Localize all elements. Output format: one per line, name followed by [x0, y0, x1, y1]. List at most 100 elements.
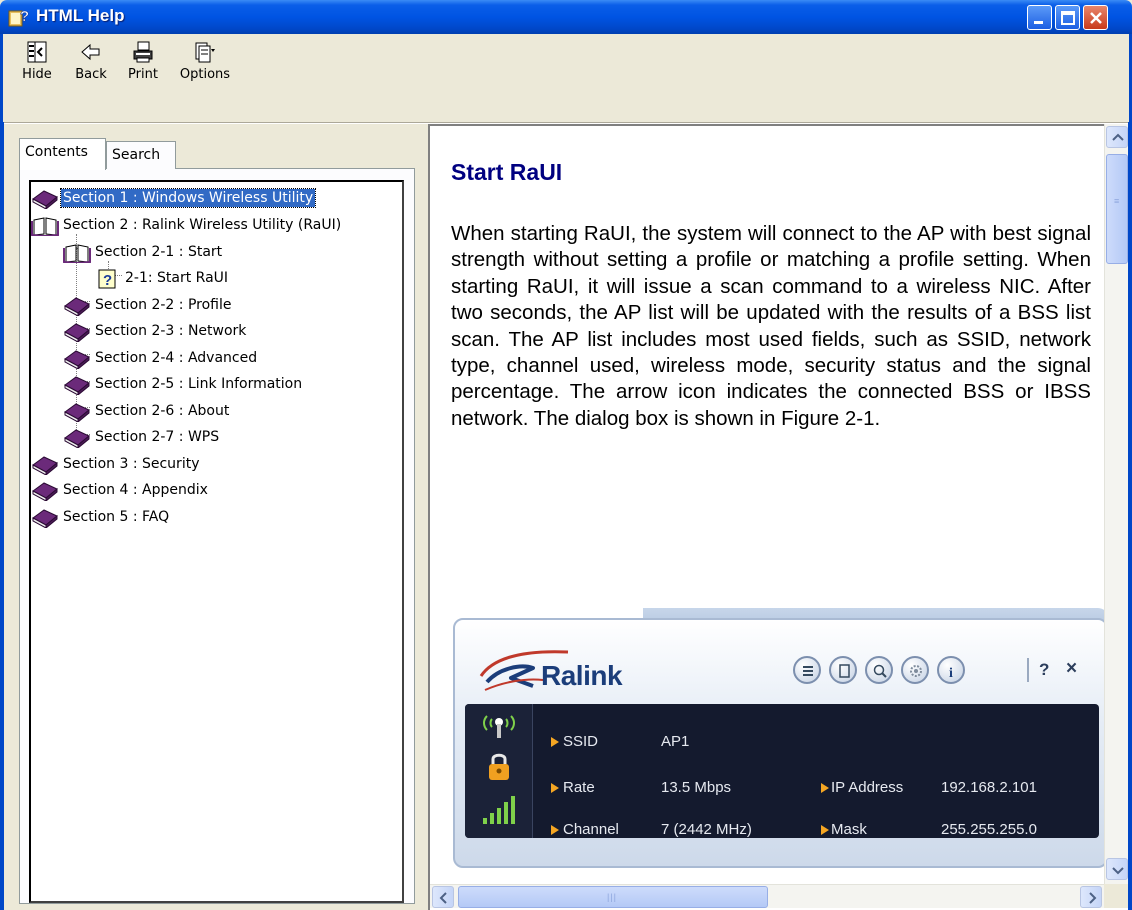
open-book-icon	[31, 217, 59, 236]
closed-book-icon	[32, 482, 58, 501]
back-button[interactable]: Back	[71, 40, 111, 82]
printer-icon	[133, 41, 153, 63]
window-frame-right	[1128, 122, 1132, 910]
closed-book-icon	[64, 297, 90, 316]
closed-book-icon	[32, 509, 58, 528]
close-icon	[1090, 12, 1102, 24]
closed-book-icon	[64, 376, 90, 395]
topic-paragraph: When starting RaUI, the system will conn…	[451, 222, 1091, 430]
closed-book-icon	[64, 403, 90, 422]
brand-name: Ralink	[541, 660, 623, 691]
help-book-icon: ?	[8, 8, 29, 27]
tree-item-label: Section 4 : Appendix	[63, 482, 208, 498]
back-label: Back	[75, 67, 107, 82]
tree-item-label: Section 5 : FAQ	[63, 509, 170, 525]
options-label: Options	[179, 67, 231, 82]
close-button[interactable]	[1083, 5, 1108, 30]
rate-value: 13.5 Mbps	[661, 779, 732, 796]
figure-toolbar-divider	[1027, 658, 1029, 682]
figure-close-button: ×	[1066, 658, 1078, 679]
scroll-down-button[interactable]	[1106, 858, 1128, 880]
rate-label: Rate	[563, 779, 595, 796]
tree-item-label: Section 1 : Windows Wireless Utility	[59, 188, 317, 208]
topic-title: Start RaUI	[451, 159, 563, 185]
horizontal-scrollbar[interactable]: |||	[430, 884, 1104, 908]
vertical-scrollbar[interactable]: ≡	[1104, 124, 1128, 884]
maximize-button[interactable]	[1055, 5, 1080, 30]
chevron-down-icon	[1112, 867, 1124, 875]
closed-book-icon	[32, 190, 58, 209]
options-button[interactable]: Options	[177, 40, 233, 82]
back-arrow-icon	[81, 43, 100, 61]
hide-label: Hide	[22, 67, 52, 82]
maximize-icon	[1061, 11, 1075, 25]
ralink-utility-figure: Ralink i ? × SSID AP1 Rate 13.5 Mbps Cha…	[453, 608, 1108, 868]
chevron-up-icon	[1112, 133, 1124, 141]
scroll-right-button[interactable]	[1080, 886, 1102, 908]
topic-content: Start RaUI When starting RaUI, the syste…	[428, 124, 1128, 910]
minimize-button[interactable]	[1027, 5, 1052, 30]
list-icon	[793, 656, 821, 684]
ip-address-label: IP Address	[831, 779, 904, 796]
bullet-arrow-icon	[551, 825, 559, 835]
hide-button[interactable]: Hide	[17, 40, 57, 82]
connection-panel: SSID AP1 Rate 13.5 Mbps Channel 7 (2442 …	[465, 704, 1099, 838]
bullet-arrow-icon	[821, 825, 829, 835]
closed-book-icon	[64, 350, 90, 369]
scroll-left-button[interactable]	[432, 886, 454, 908]
open-book-icon	[63, 244, 91, 263]
title-bar: ? HTML Help	[0, 0, 1132, 34]
print-button[interactable]: Print	[123, 40, 163, 82]
bullet-arrow-icon	[821, 783, 829, 793]
tree-item-label: 2-1: Start RaUI	[125, 270, 229, 286]
ip-address-value: 192.168.2.101	[941, 779, 1037, 796]
tree-item-label: Section 2-4 : Advanced	[95, 350, 258, 366]
toolbar: Hide Back Print Options	[0, 34, 1132, 122]
tree-item-label: Section 2-7 : WPS	[95, 429, 220, 445]
ssid-label: SSID	[563, 733, 599, 750]
closed-book-icon	[64, 429, 90, 448]
tree-item-label: Section 2-3 : Network	[95, 323, 247, 339]
tree-item-label: Section 2-1 : Start	[95, 244, 223, 260]
search-icon	[865, 656, 893, 684]
horizontal-scroll-thumb[interactable]: |||	[458, 886, 768, 908]
tree-item-label: Section 2-5 : Link Information	[95, 376, 303, 392]
minimize-icon	[1034, 21, 1043, 24]
tab-search-label: Search	[112, 147, 161, 163]
lock-icon	[489, 753, 509, 780]
tab-search[interactable]: Search	[106, 141, 176, 169]
ssid-value: AP1	[661, 733, 690, 750]
info-icon: i	[937, 656, 965, 684]
tab-contents[interactable]: Contents	[19, 138, 106, 170]
window-frame-left	[0, 122, 4, 910]
chevron-left-icon	[439, 892, 447, 904]
gear-icon	[901, 656, 929, 684]
print-label: Print	[128, 67, 158, 82]
tree-item-label: Section 2-6 : About	[95, 403, 230, 419]
tree-item-label: Section 2-2 : Profile	[95, 297, 232, 313]
channel-label: Channel	[563, 821, 619, 838]
antenna-icon	[483, 715, 515, 738]
profile-icon	[829, 656, 857, 684]
scrollbar-corner	[1104, 884, 1128, 908]
chevron-right-icon	[1089, 892, 1097, 904]
bullet-arrow-icon	[551, 783, 559, 793]
vertical-scroll-thumb[interactable]: ≡	[1106, 154, 1128, 264]
channel-value: 7 (2442 MHz)	[661, 821, 752, 838]
closed-book-icon	[32, 456, 58, 475]
svg-text:?: ?	[20, 8, 29, 25]
scroll-grip-icon: |||	[607, 892, 618, 902]
scroll-grip-icon: ≡	[1114, 196, 1121, 206]
mask-value: 255.255.255.0	[941, 821, 1037, 838]
mask-label: Mask	[831, 821, 867, 838]
tree-item-label: Section 3 : Security	[63, 456, 200, 472]
pane-splitter[interactable]	[420, 124, 428, 910]
hide-icon	[27, 41, 47, 63]
signal-strength-icon	[483, 796, 515, 824]
scroll-up-button[interactable]	[1106, 126, 1128, 148]
contents-tree: Section 1 : Windows Wireless Utility Sec…	[29, 180, 404, 903]
options-icon	[195, 42, 215, 63]
tree-item-label: Section 2 : Ralink Wireless Utility (RaU…	[63, 217, 342, 233]
window-title: HTML Help	[36, 6, 125, 25]
help-page-icon: ?	[98, 269, 116, 289]
